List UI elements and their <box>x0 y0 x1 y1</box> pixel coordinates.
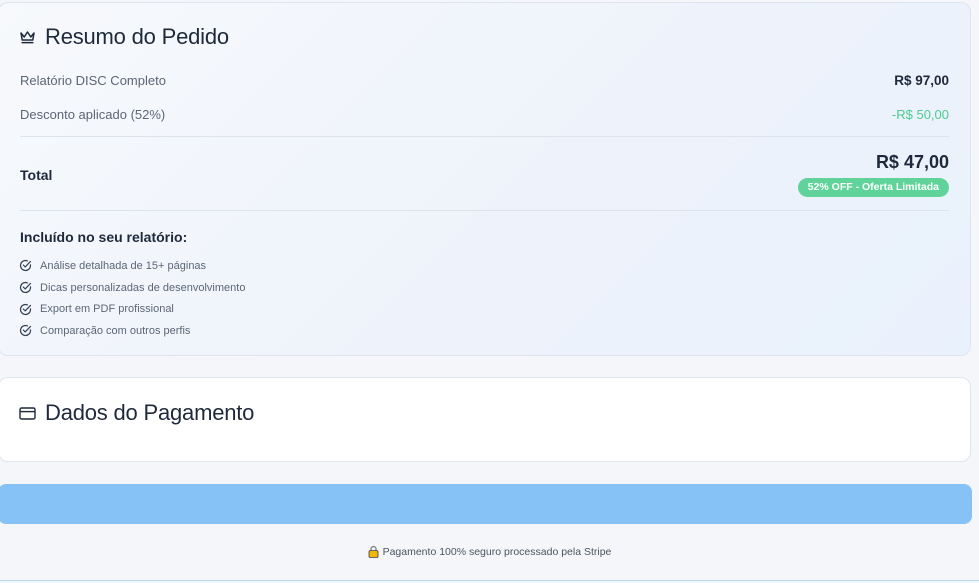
order-summary-title: Resumo do Pedido <box>45 24 229 49</box>
secure-payment-note: Pagamento 100% seguro processado pela St… <box>0 545 979 558</box>
line-item-report: Relatório DISC Completo R$ 97,00 <box>20 73 949 88</box>
divider <box>20 210 949 211</box>
check-circle-icon <box>19 259 32 272</box>
offer-badge: 52% OFF - Oferta Limitada <box>797 178 949 197</box>
list-item: Comparação com outros perfis <box>19 320 245 342</box>
payment-details-header: Dados do Pagamento <box>19 400 254 426</box>
total-value: R$ 47,00 <box>875 152 949 172</box>
list-item: Análise detalhada de 15+ páginas <box>19 255 245 277</box>
feature-list: Análise detalhada de 15+ páginas Dicas p… <box>19 255 245 342</box>
line-item-label: Relatório DISC Completo <box>20 73 166 88</box>
discount-label: Desconto aplicado (52%) <box>20 107 166 122</box>
feature-text: Comparação com outros perfis <box>40 324 191 337</box>
feature-text: Dicas personalizadas de desenvolvimento <box>40 281 246 294</box>
lock-icon <box>368 545 379 558</box>
check-circle-icon <box>19 303 32 316</box>
feature-text: Análise detalhada de 15+ páginas <box>40 259 207 272</box>
payment-details-title: Dados do Pagamento <box>45 400 255 425</box>
divider <box>20 136 949 137</box>
secure-payment-text: Pagamento 100% seguro processado pela St… <box>382 545 612 558</box>
order-summary-card: Resumo do Pedido Relatório DISC Completo… <box>0 2 971 356</box>
included-title: Incluído no seu relatório: <box>20 229 188 245</box>
order-summary-header: Resumo do Pedido <box>19 24 229 50</box>
feature-text: Export em PDF profissional <box>40 303 174 316</box>
list-item: Dicas personalizadas de desenvolvimento <box>19 277 245 299</box>
crown-icon <box>19 29 36 45</box>
check-circle-icon <box>19 324 32 337</box>
payment-details-card: Dados do Pagamento <box>0 377 971 462</box>
check-circle-icon <box>19 281 32 294</box>
pay-button[interactable] <box>0 484 972 524</box>
credit-card-icon <box>19 406 36 420</box>
line-item-discount: Desconto aplicado (52%) -R$ 50,00 <box>20 107 949 122</box>
line-item-price: R$ 97,00 <box>894 73 949 88</box>
discount-value: -R$ 50,00 <box>891 107 949 122</box>
list-item: Export em PDF profissional <box>19 298 245 320</box>
total-label: Total <box>20 167 53 183</box>
